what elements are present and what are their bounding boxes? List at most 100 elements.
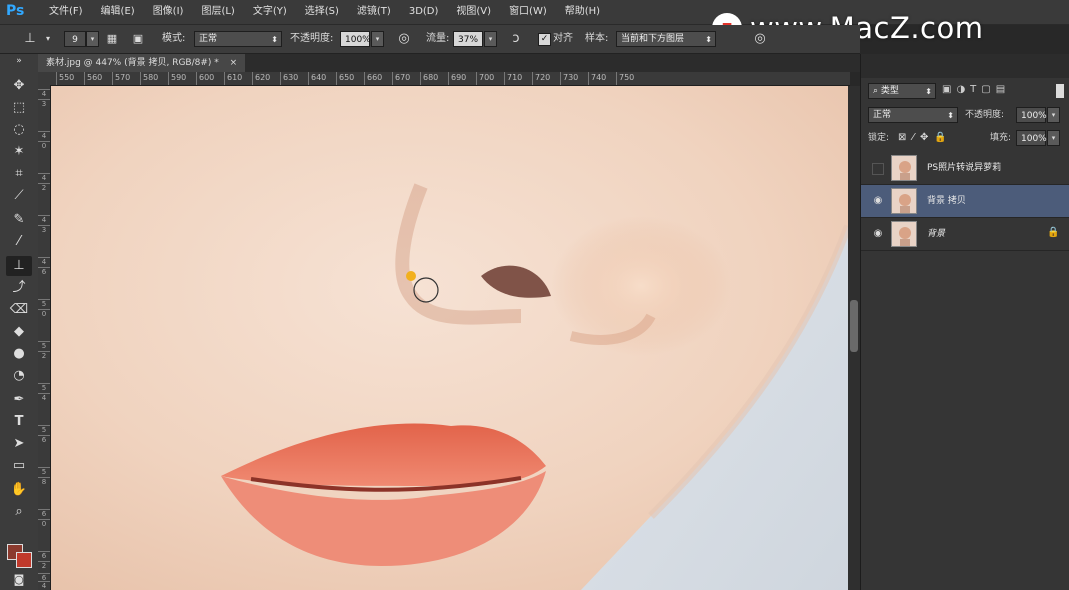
move-tool-icon[interactable]: ✥ bbox=[6, 76, 32, 96]
layer-row-selected[interactable]: ◉ 背景 拷贝 bbox=[861, 185, 1069, 218]
history-brush-tool-icon[interactable]: ⤴ bbox=[6, 278, 32, 298]
ruler-tick: 3 bbox=[38, 225, 50, 234]
layer-row[interactable]: ◉ 背景 🔒 bbox=[861, 218, 1069, 251]
sample-select[interactable]: 当前和下方图层 ⬍ bbox=[616, 31, 716, 47]
layer-opacity-input[interactable]: 100% bbox=[1016, 107, 1047, 123]
ruler-tick: 4 bbox=[38, 89, 50, 98]
path-selection-tool-icon[interactable]: ➤ bbox=[6, 434, 32, 454]
layer-filter-select[interactable]: ⌕ 类型 ⬍ bbox=[868, 83, 936, 99]
menu-window[interactable]: 窗口(W) bbox=[500, 0, 556, 24]
brush-size-picker[interactable]: 9 bbox=[64, 31, 86, 47]
magic-wand-tool-icon[interactable]: ✶ bbox=[6, 142, 32, 162]
layer-blend-mode-select[interactable]: 正常 ⬍ bbox=[868, 107, 958, 123]
marquee-tool-icon[interactable]: ⬚ bbox=[6, 98, 32, 118]
menu-image[interactable]: 图像(I) bbox=[144, 0, 193, 24]
layer-name: 背景 bbox=[927, 229, 946, 239]
menu-select[interactable]: 选择(S) bbox=[296, 0, 348, 24]
layer-thumbnail bbox=[891, 221, 917, 247]
ruler-tick: 4 bbox=[38, 257, 50, 266]
ruler-tick: 6 bbox=[38, 435, 50, 444]
layers-panel-header bbox=[861, 54, 1069, 78]
ruler-tick: 630 bbox=[280, 72, 298, 85]
search-icon: ⌕ bbox=[873, 86, 881, 96]
hand-tool-icon[interactable]: ✋ bbox=[6, 480, 32, 500]
visibility-toggle-off[interactable] bbox=[872, 163, 884, 175]
blur-tool-icon[interactable]: ● bbox=[6, 344, 32, 364]
options-bar: ⊥ ▾ 9 ▾ ▦ ▣ 模式: 正常 ⬍ 不透明度: 100% ▾ ◎ 流量: 3… bbox=[0, 25, 860, 54]
dodge-tool-icon[interactable]: ◔ bbox=[6, 366, 32, 386]
layer-opacity-arrow[interactable]: ▾ bbox=[1047, 107, 1060, 123]
lasso-tool-icon[interactable]: ◌ bbox=[6, 120, 32, 140]
ignore-adjustment-icon[interactable]: ◎ bbox=[752, 31, 768, 47]
pen-tool-icon[interactable]: ✒ bbox=[6, 390, 32, 410]
background-color-swatch[interactable] bbox=[16, 552, 32, 568]
paint-bucket-tool-icon[interactable]: ◆ bbox=[6, 322, 32, 342]
fill-input[interactable]: 100% bbox=[1016, 130, 1047, 146]
ruler-tick: 0 bbox=[38, 141, 50, 150]
airbrush-icon[interactable]: ↄ bbox=[508, 31, 524, 47]
flow-input[interactable]: 37% bbox=[453, 31, 483, 47]
ruler-tick: 730 bbox=[560, 72, 578, 85]
clone-stamp-icon[interactable]: ⊥ bbox=[22, 31, 38, 47]
brush-picker-arrow[interactable]: ▾ bbox=[86, 31, 99, 47]
eraser-tool-icon[interactable]: ⌫ bbox=[6, 300, 32, 320]
brush-tool-icon[interactable]: ⁄ bbox=[6, 232, 32, 252]
healing-brush-tool-icon[interactable]: ✎ bbox=[6, 210, 32, 230]
brush-panel-icon[interactable]: ▦ bbox=[104, 31, 120, 47]
ruler-tick: 2 bbox=[38, 351, 50, 360]
lock-label: 锁定: bbox=[868, 133, 890, 143]
menu-layer[interactable]: 图层(L) bbox=[192, 0, 243, 24]
ruler-horizontal[interactable]: 550 560 570 580 590 600 610 620 630 640 … bbox=[50, 72, 850, 86]
ruler-tick: 3 bbox=[38, 99, 50, 108]
menu-type[interactable]: 文字(Y) bbox=[244, 0, 296, 24]
ruler-tick: 570 bbox=[112, 72, 130, 85]
ruler-vertical[interactable]: 4 3 4 0 4 2 4 3 4 6 5 0 5 2 5 4 5 6 5 8 … bbox=[38, 85, 51, 590]
ruler-tick: 8 bbox=[38, 477, 50, 486]
menu-file[interactable]: 文件(F) bbox=[40, 0, 92, 24]
pressure-opacity-icon[interactable]: ◎ bbox=[396, 31, 412, 47]
image-canvas[interactable] bbox=[51, 86, 848, 590]
zoom-tool-icon[interactable]: ⌕ bbox=[6, 502, 32, 522]
menu-3d[interactable]: 3D(D) bbox=[400, 0, 448, 24]
close-icon[interactable]: × bbox=[230, 58, 238, 68]
ruler-tick: 2 bbox=[38, 183, 50, 192]
menu-filter[interactable]: 滤镜(T) bbox=[348, 0, 400, 24]
eye-icon[interactable]: ◉ bbox=[871, 228, 885, 240]
flow-arrow[interactable]: ▾ bbox=[484, 31, 497, 47]
eyedropper-tool-icon[interactable]: ⟋ bbox=[6, 186, 32, 206]
opacity-arrow[interactable]: ▾ bbox=[371, 31, 384, 47]
quick-mask-icon[interactable]: ◙ bbox=[6, 570, 32, 590]
menu-view[interactable]: 视图(V) bbox=[447, 0, 500, 24]
photo-face-closeup bbox=[51, 86, 848, 590]
fill-arrow[interactable]: ▾ bbox=[1047, 130, 1060, 146]
layer-row[interactable]: PS照片转说异萝莉 bbox=[861, 152, 1069, 185]
main-menu: 文件(F) 编辑(E) 图像(I) 图层(L) 文字(Y) 选择(S) 滤镜(T… bbox=[40, 0, 609, 24]
clone-stamp-tool-icon[interactable]: ⊥ bbox=[6, 256, 32, 276]
chevron-down-icon[interactable]: ▾ bbox=[40, 31, 56, 47]
ruler-tick: 5 bbox=[38, 383, 50, 392]
eye-icon[interactable]: ◉ bbox=[871, 195, 885, 207]
document-tab[interactable]: 素材.jpg @ 447% (背景 拷贝, RGB/8#) * × bbox=[38, 54, 246, 72]
mode-select[interactable]: 正常 ⬍ bbox=[194, 31, 282, 47]
ruler-tick: 5 bbox=[38, 299, 50, 308]
scrollbar-thumb[interactable] bbox=[850, 300, 858, 352]
ruler-origin[interactable] bbox=[38, 72, 50, 85]
menu-edit[interactable]: 编辑(E) bbox=[92, 0, 144, 24]
align-checkbox[interactable]: ✓ bbox=[538, 33, 551, 46]
collapse-icon[interactable]: » bbox=[6, 56, 32, 66]
filter-toggle[interactable] bbox=[1056, 84, 1064, 98]
opacity-input[interactable]: 100% bbox=[340, 31, 371, 47]
menu-help[interactable]: 帮助(H) bbox=[556, 0, 609, 24]
rectangle-tool-icon[interactable]: ▭ bbox=[6, 456, 32, 476]
ruler-tick: 690 bbox=[448, 72, 466, 85]
type-tool-icon[interactable]: T bbox=[6, 412, 32, 432]
layer-opacity-label: 不透明度: bbox=[965, 110, 1005, 120]
layer-filter-icons[interactable]: ▣◑T▢▤ bbox=[942, 84, 1052, 98]
app-logo: Ps bbox=[6, 3, 25, 19]
clone-source-icon[interactable]: ▣ bbox=[130, 31, 146, 47]
ruler-tick: 4 bbox=[38, 131, 50, 140]
lock-icon: 🔒 bbox=[1047, 227, 1060, 238]
crop-tool-icon[interactable]: ⌗ bbox=[6, 164, 32, 184]
ruler-tick: 650 bbox=[336, 72, 354, 85]
lock-options-icons[interactable]: ⊠⁄✥🔒 bbox=[898, 130, 953, 146]
